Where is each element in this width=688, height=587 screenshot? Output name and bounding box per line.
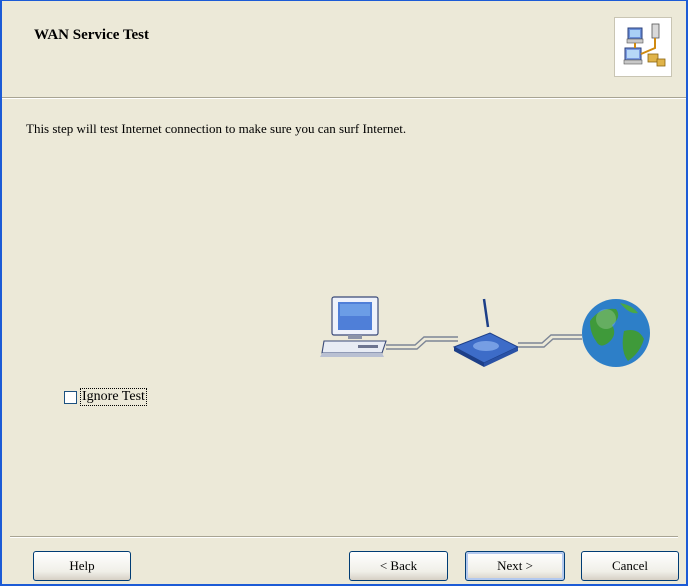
button-divider bbox=[10, 536, 678, 538]
network-wizard-icon bbox=[614, 17, 672, 77]
ignore-test-checkbox[interactable] bbox=[64, 390, 77, 404]
wizard-window: WAN Service Test This step will test Int… bbox=[0, 0, 688, 586]
computer-icon bbox=[320, 296, 387, 357]
ignore-test-label[interactable]: Ignore Test bbox=[80, 388, 147, 406]
globe-icon bbox=[582, 299, 650, 367]
page-title: WAN Service Test bbox=[34, 27, 149, 43]
connection-illustration bbox=[320, 291, 652, 377]
next-button[interactable]: Next > bbox=[465, 551, 565, 581]
router-icon bbox=[452, 298, 520, 367]
help-button[interactable]: Help bbox=[33, 551, 131, 581]
cancel-button[interactable]: Cancel bbox=[581, 551, 679, 581]
ignore-test-option[interactable]: Ignore Test bbox=[64, 388, 147, 406]
wizard-header: WAN Service Test bbox=[2, 1, 686, 99]
step-description: This step will test Internet connection … bbox=[26, 121, 407, 136]
back-button[interactable]: < Back bbox=[349, 551, 448, 581]
